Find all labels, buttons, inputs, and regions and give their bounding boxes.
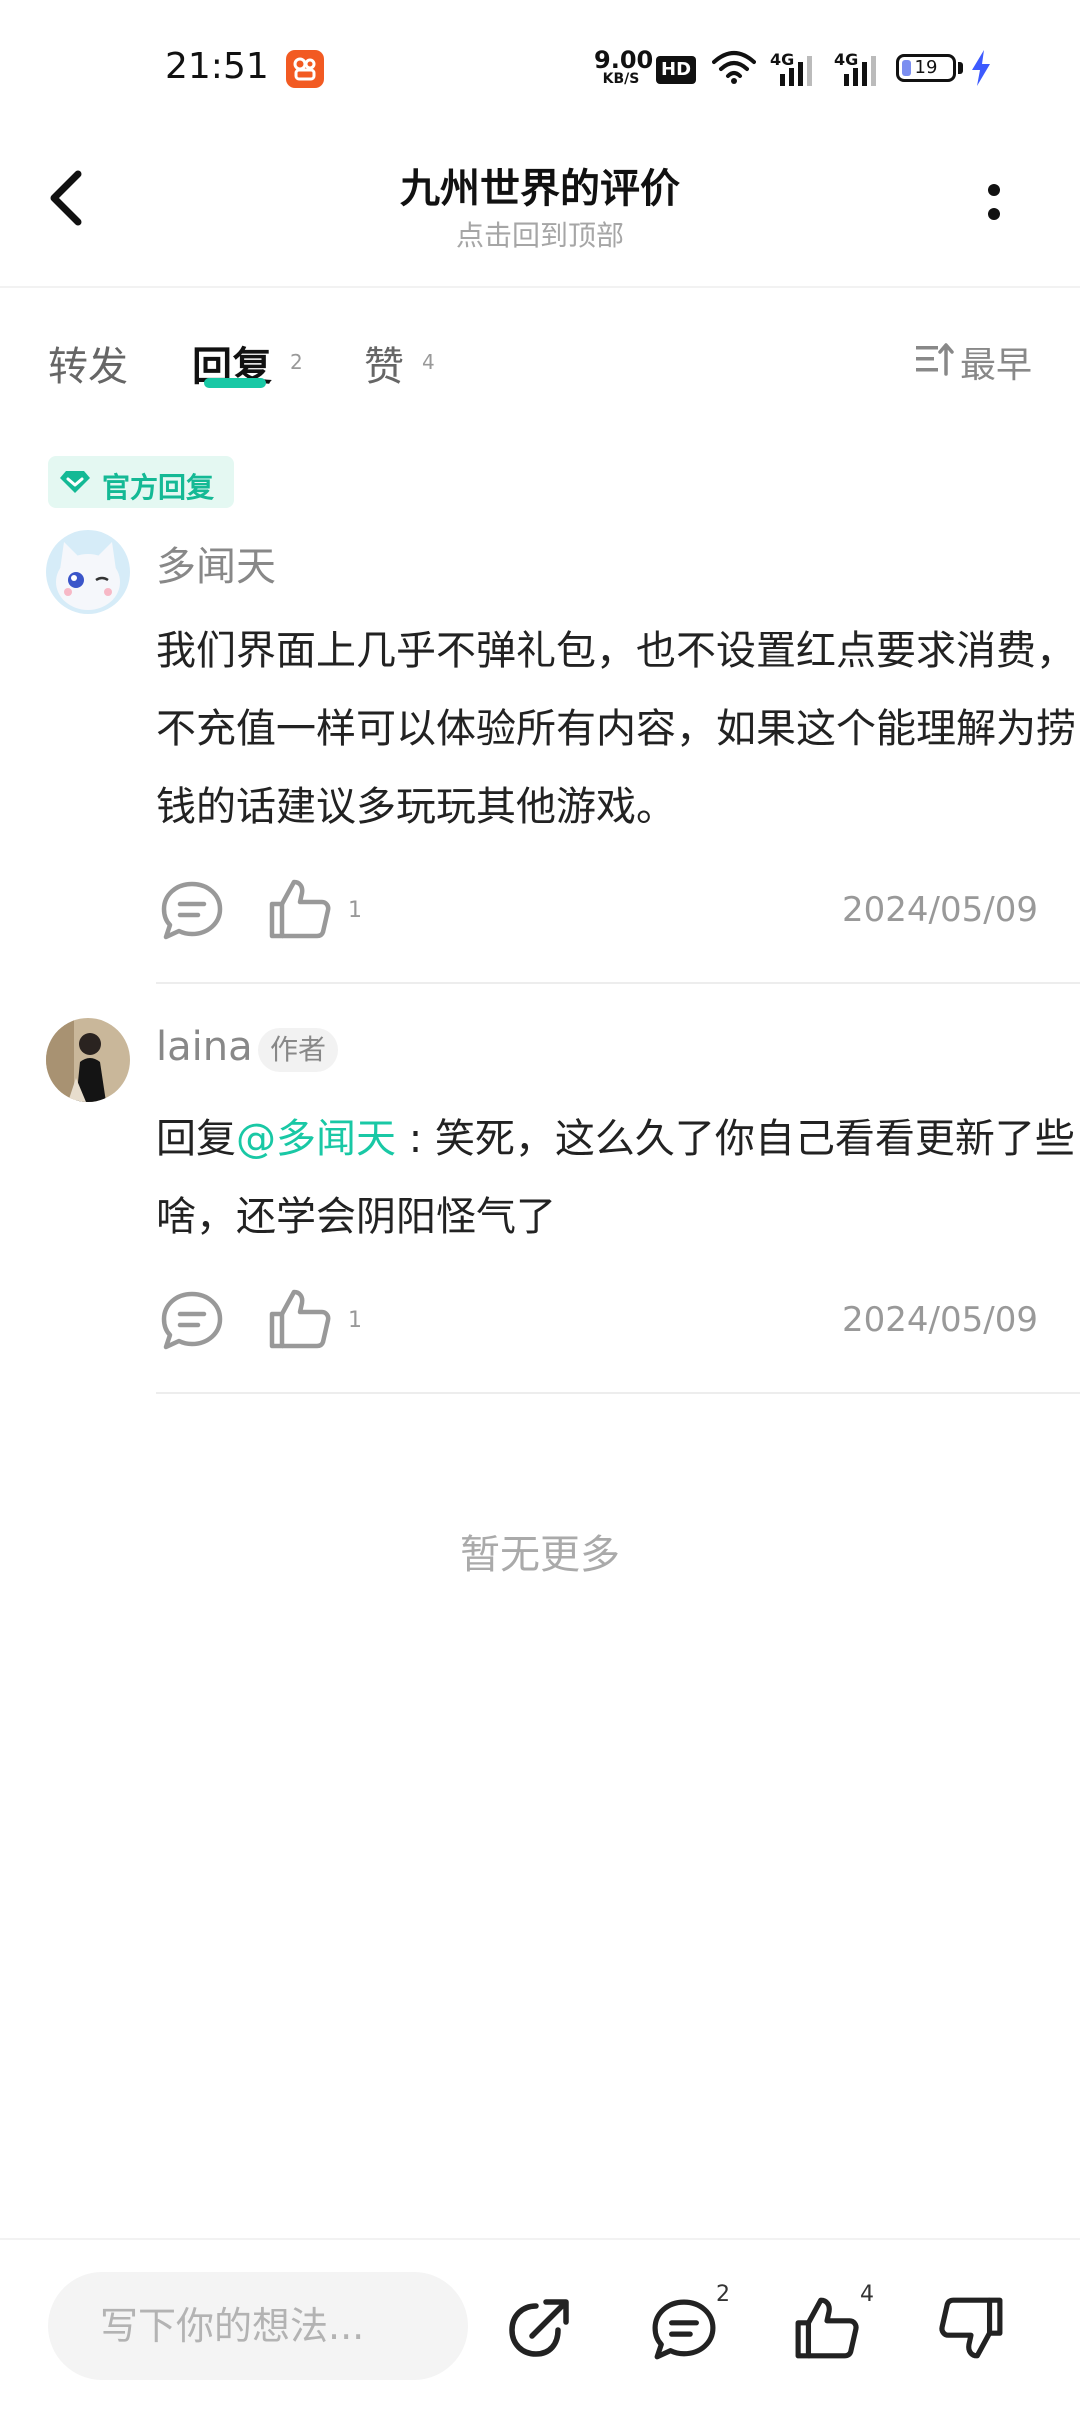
wifi-icon [712,51,756,84]
tab-forward[interactable]: 转发 [48,334,128,392]
comment-divider [156,982,1080,984]
dislike-icon[interactable] [938,2296,1004,2360]
official-reply-badge: 官方回复 [48,456,234,508]
avatar[interactable] [46,1018,130,1102]
battery-cap [958,62,963,74]
reply-text: 回复@多闻天 : 笑死，这么久了你自己看看更新了些啥，还学会阴阳怪气了 [156,1100,1080,1256]
battery-icon: 19 [896,54,956,82]
tab-reply-count: 2 [290,350,303,374]
comment-username[interactable]: 多闻天 [156,534,276,592]
reply-prefix: 回复 [156,1116,236,1162]
sort-icon[interactable] [916,342,954,376]
hd-voice-icon: HD [656,56,697,84]
share-icon[interactable] [508,2296,574,2360]
charging-icon [972,50,990,86]
page-title[interactable]: 九州世界的评价 [0,156,1080,214]
comments-count: 2 [716,2282,730,2307]
status-time: 21:51 [165,46,269,87]
comment-text: 我们界面上几乎不弹礼包，也不设置红点要求消费，不充值一样可以体验所有内容，如果这… [156,628,1076,830]
more-options-icon[interactable] [986,184,1002,224]
comment-date: 2024/05/09 [842,890,1038,930]
like-icon[interactable] [268,878,332,940]
app-notification-icon [286,50,324,88]
cellular-signal-1-icon: 4G [770,50,818,86]
no-more-indicator: 暂无更多 [460,1532,620,1578]
sort-order-label[interactable]: 最早 [960,336,1032,388]
comment-date: 2024/05/09 [842,1300,1038,1340]
comment-divider [156,1392,1080,1394]
avatar[interactable] [46,530,130,614]
comment-username[interactable]: laina [156,1024,253,1070]
cellular-signal-2-icon: 4G [834,50,882,86]
reply-icon[interactable] [160,1290,224,1352]
like-count: 1 [348,1308,362,1333]
tab-likes[interactable]: 赞 [364,334,404,392]
likes-count: 4 [860,2282,874,2307]
network-speed-unit: KB/S [602,71,640,87]
comment-input[interactable] [48,2272,468,2380]
back-to-top-hint[interactable]: 点击回到顶部 [0,214,1080,254]
header-divider [0,286,1080,288]
bottom-bar-divider [0,2238,1080,2240]
author-tag: 作者 [258,1028,339,1072]
battery-level: 19 [914,57,938,78]
official-reply-label: 官方回复 [102,471,215,504]
network-speed-value: 9.00 [594,46,654,74]
like-icon[interactable] [794,2296,860,2360]
like-icon[interactable] [268,1288,332,1350]
mention-link[interactable]: @多闻天 [236,1116,396,1162]
comments-icon[interactable] [650,2298,718,2362]
tab-likes-count: 4 [422,350,435,374]
active-tab-indicator [204,378,266,388]
diamond-icon [60,471,90,493]
network-speed: 9.00 KB/S [594,46,654,87]
reply-icon[interactable] [160,880,224,942]
like-count: 1 [348,898,362,923]
